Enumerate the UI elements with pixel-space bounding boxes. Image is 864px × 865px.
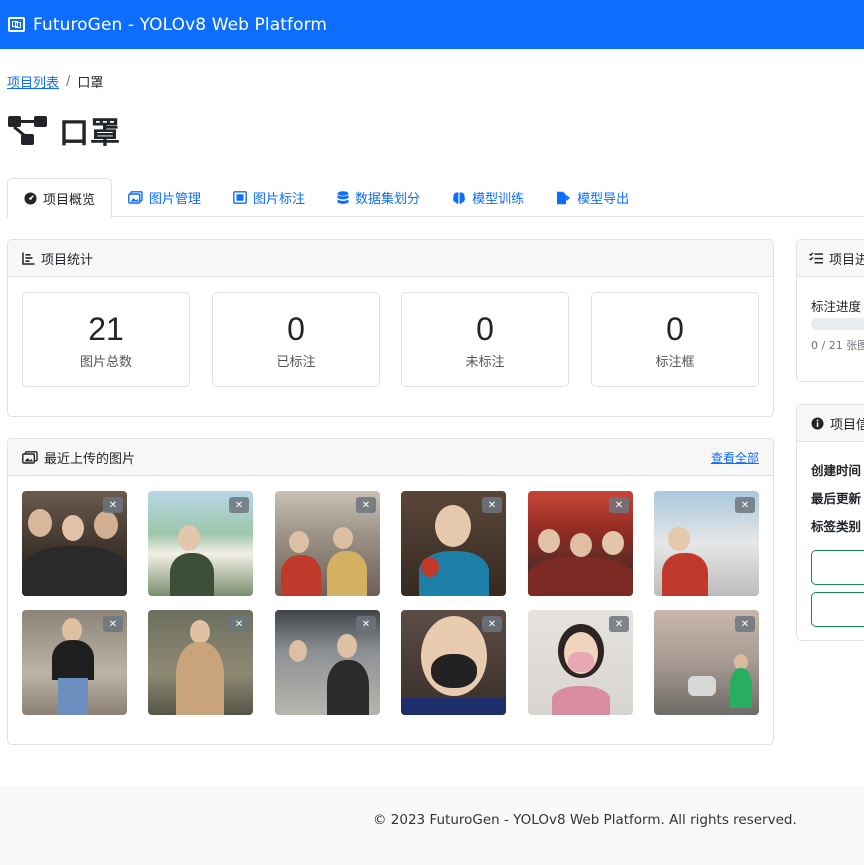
tab-image-management[interactable]: 图片管理 <box>112 178 217 217</box>
tab-label: 数据集划分 <box>355 192 421 207</box>
page-title: 口罩 <box>59 116 121 151</box>
project-diagram-icon <box>8 116 47 145</box>
stat-label: 未标注 <box>465 355 505 370</box>
delete-image-button[interactable]: ✕ <box>482 616 502 632</box>
image-thumbnail[interactable]: ✕ <box>22 491 127 596</box>
tab-model-training[interactable]: 模型训练 <box>436 178 540 217</box>
brain-icon <box>453 191 465 204</box>
card-title: 项目进 <box>829 252 864 268</box>
tab-model-export[interactable]: 模型导出 <box>540 178 645 217</box>
tab-label: 图片管理 <box>149 192 202 207</box>
dashboard-icon <box>24 191 37 205</box>
footer: © 2023 FuturoGen - YOLOv8 Web Platform. … <box>0 786 864 865</box>
tab-bar: 项目概览 图片管理 图片标注 数据集划分 模型训练 模型导出 <box>7 178 864 218</box>
stat-value: 21 <box>88 311 124 347</box>
images-icon <box>128 191 143 204</box>
tab-label: 模型训练 <box>472 192 525 207</box>
footer-copyright: © 2023 FuturoGen - YOLOv8 Web Platform. … <box>373 812 797 828</box>
stat-label: 标注框 <box>655 355 695 370</box>
tab-overview[interactable]: 项目概览 <box>7 178 113 218</box>
stat-total-images: 21 图片总数 <box>22 292 190 387</box>
app-title[interactable]: FuturoGen - YOLOv8 Web Platform <box>33 15 327 35</box>
stat-label: 已标注 <box>276 355 316 370</box>
info-circle-icon <box>811 417 824 429</box>
image-thumbnail[interactable]: ✕ <box>654 610 759 715</box>
tab-label: 模型导出 <box>577 192 630 207</box>
image-thumbnail[interactable]: ✕ <box>528 610 633 715</box>
stat-value: 0 <box>476 311 494 347</box>
card-header: 最近上传的图片 查看全部 <box>8 439 773 476</box>
file-export-icon <box>557 191 571 204</box>
project-info-card: 项目信 创建时间 最后更新 标签类别 <box>796 404 864 641</box>
progress-label: 标注进度 <box>811 299 862 314</box>
info-updated-label: 最后更新 <box>811 491 862 506</box>
delete-image-button[interactable]: ✕ <box>356 497 376 513</box>
image-thumbnail[interactable]: ✕ <box>401 491 506 596</box>
image-thumbnail[interactable]: ✕ <box>275 491 380 596</box>
info-created-label: 创建时间 <box>811 463 862 478</box>
tasks-icon <box>809 252 823 264</box>
tab-image-annotation[interactable]: 图片标注 <box>217 178 321 217</box>
image-thumbnail[interactable]: ✕ <box>528 491 633 596</box>
delete-image-button[interactable]: ✕ <box>609 616 629 632</box>
image-thumbnail[interactable]: ✕ <box>401 610 506 715</box>
card-header: 项目进 <box>797 240 864 277</box>
recent-images-card: 最近上传的图片 查看全部 ✕ ✕ ✕ ✕ ✕ ✕ ✕ ✕ ✕ ✕ ✕ ✕ <box>7 438 774 745</box>
stat-unannotated: 0 未标注 <box>401 292 569 387</box>
card-header: 项目信 <box>797 405 864 442</box>
delete-image-button[interactable]: ✕ <box>229 497 249 513</box>
image-thumbnail[interactable]: ✕ <box>148 491 253 596</box>
image-thumbnail[interactable]: ✕ <box>22 610 127 715</box>
card-title: 最近上传的图片 <box>44 451 136 467</box>
delete-image-button[interactable]: ✕ <box>103 616 123 632</box>
delete-image-button[interactable]: ✕ <box>229 616 249 632</box>
tab-label: 图片标注 <box>253 192 306 207</box>
view-all-link[interactable]: 查看全部 <box>711 449 759 466</box>
image-thumbnail[interactable]: ✕ <box>148 610 253 715</box>
action-button[interactable] <box>811 550 864 585</box>
delete-image-button[interactable]: ✕ <box>735 616 755 632</box>
action-button[interactable] <box>811 592 864 627</box>
breadcrumb-current: 口罩 <box>77 76 104 91</box>
breadcrumb: 项目列表 / 口罩 <box>7 72 103 91</box>
info-labels-label: 标签类别 <box>811 519 862 534</box>
images-icon <box>22 450 38 464</box>
progress-text: 0 / 21 张图 <box>811 339 864 352</box>
navbar: FuturoGen - YOLOv8 Web Platform <box>0 0 864 49</box>
project-stats-card: 项目统计 21 图片总数 0 已标注 0 未标注 0 标注框 <box>7 239 774 417</box>
card-title: 项目信 <box>830 417 864 433</box>
delete-image-button[interactable]: ✕ <box>356 616 376 632</box>
bounding-box-icon <box>233 191 247 204</box>
stat-value: 0 <box>666 311 684 347</box>
logo-icon <box>8 17 25 32</box>
chart-bar-icon <box>22 252 35 265</box>
delete-image-button[interactable]: ✕ <box>735 497 755 513</box>
database-icon <box>337 190 349 204</box>
stat-annotated: 0 已标注 <box>212 292 380 387</box>
card-title: 项目统计 <box>41 252 94 268</box>
stat-boxes: 0 标注框 <box>591 292 759 387</box>
tab-label: 项目概览 <box>43 192 96 208</box>
delete-image-button[interactable]: ✕ <box>103 497 123 513</box>
breadcrumb-project-list-link[interactable]: 项目列表 <box>7 72 59 91</box>
delete-image-button[interactable]: ✕ <box>609 497 629 513</box>
breadcrumb-separator: / <box>66 74 71 89</box>
stat-value: 0 <box>287 311 305 347</box>
image-thumbnail[interactable]: ✕ <box>654 491 759 596</box>
tab-dataset-split[interactable]: 数据集划分 <box>321 178 436 217</box>
project-progress-card: 项目进 标注进度 0 / 21 张图 <box>796 239 864 382</box>
image-thumbnail[interactable]: ✕ <box>275 610 380 715</box>
delete-image-button[interactable]: ✕ <box>482 497 502 513</box>
stat-label: 图片总数 <box>79 355 132 370</box>
page-title-row: 口罩 <box>7 108 121 152</box>
progress-bar <box>811 318 864 330</box>
card-header: 项目统计 <box>8 240 773 277</box>
